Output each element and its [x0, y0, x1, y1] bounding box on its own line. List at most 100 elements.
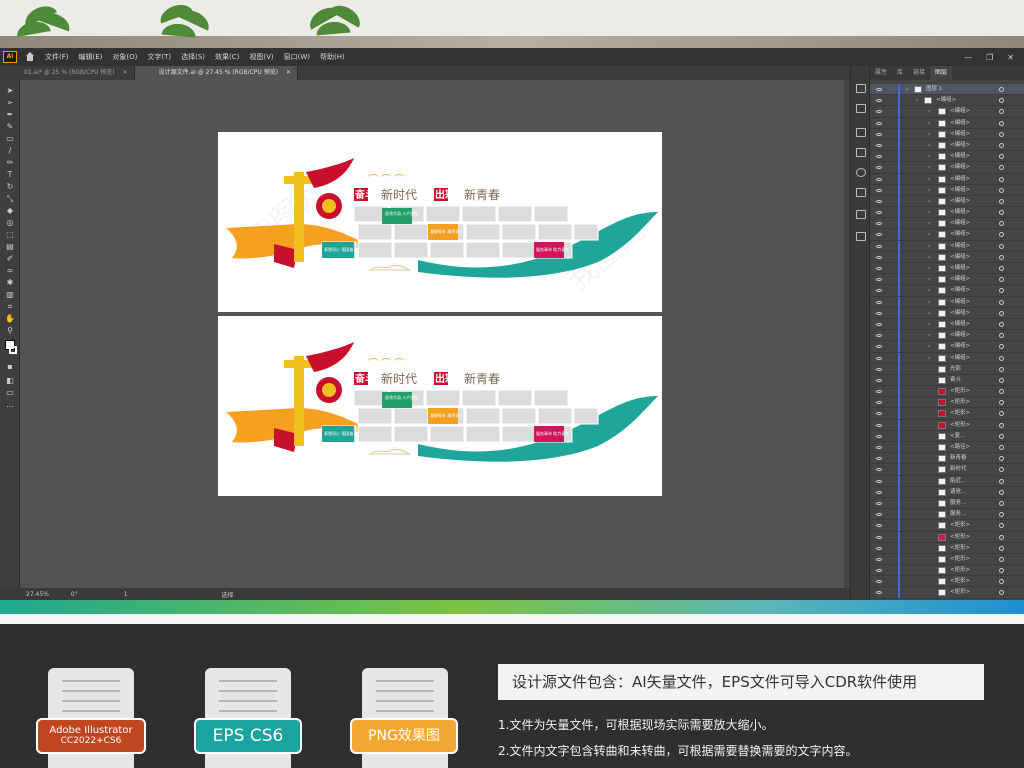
visibility-eye-icon[interactable] — [876, 479, 882, 483]
layer-row[interactable]: 奋斗 — [870, 374, 1024, 387]
tab-libraries[interactable]: 库 — [892, 66, 908, 80]
target-circle-icon[interactable] — [999, 534, 1004, 540]
target-circle-icon[interactable] — [999, 389, 1004, 395]
shape-builder-tool-icon[interactable]: ◎ — [5, 218, 15, 227]
target-circle-icon[interactable] — [999, 87, 1004, 92]
target-circle-icon[interactable] — [999, 165, 1004, 171]
target-circle-icon[interactable] — [999, 411, 1004, 417]
visibility-eye-icon[interactable] — [876, 177, 882, 181]
visibility-eye-icon[interactable] — [876, 569, 882, 573]
layer-row[interactable]: 服务... — [870, 497, 1024, 510]
visibility-eye-icon[interactable] — [876, 524, 882, 528]
layer-row[interactable]: › <编组> — [870, 341, 1024, 353]
expand-chevron-icon[interactable]: › — [928, 118, 930, 129]
layer-row[interactable]: 新时代 — [870, 464, 1024, 476]
layer-row[interactable]: <矩形> — [870, 576, 1024, 588]
layer-row[interactable]: › <编组> — [870, 240, 1024, 252]
visibility-eye-icon[interactable] — [876, 300, 882, 304]
eyedropper-tool-icon[interactable]: ✐ — [5, 254, 15, 263]
layer-row[interactable]: › 图层 1 — [870, 84, 1024, 96]
expand-chevron-icon[interactable]: › — [928, 151, 930, 162]
target-circle-icon[interactable] — [999, 187, 1004, 193]
menu-file[interactable]: 文件(F) — [45, 52, 69, 62]
menu-object[interactable]: 对象(O) — [112, 52, 137, 62]
column-graph-tool-icon[interactable]: ▥ — [5, 290, 15, 299]
menu-effect[interactable]: 效果(C) — [215, 52, 239, 62]
layer-row[interactable]: › <编组> — [870, 151, 1024, 163]
expand-chevron-icon[interactable]: › — [928, 330, 930, 341]
zoom-level[interactable]: 27.45% — [26, 591, 49, 598]
layer-row[interactable]: <路径> — [870, 442, 1024, 454]
expand-chevron-icon[interactable]: › — [916, 95, 918, 106]
target-circle-icon[interactable] — [999, 243, 1004, 249]
visibility-eye-icon[interactable] — [876, 378, 882, 382]
target-circle-icon[interactable] — [999, 366, 1004, 372]
screen-mode-icon[interactable]: ▭ — [5, 388, 15, 397]
target-circle-icon[interactable] — [999, 377, 1004, 383]
tab-links[interactable]: 链接 — [908, 66, 930, 80]
layer-row[interactable]: <矩形> — [870, 397, 1024, 409]
expand-chevron-icon[interactable]: › — [928, 341, 930, 352]
color-mode-icon[interactable]: ▪ — [5, 362, 15, 371]
visibility-eye-icon[interactable] — [876, 367, 882, 371]
visibility-eye-icon[interactable] — [876, 143, 882, 147]
target-circle-icon[interactable] — [999, 456, 1004, 462]
target-circle-icon[interactable] — [999, 321, 1004, 327]
layer-row[interactable]: <矩形> — [870, 542, 1024, 554]
menu-type[interactable]: 文字(T) — [147, 52, 171, 62]
visibility-eye-icon[interactable] — [876, 423, 882, 427]
target-circle-icon[interactable] — [999, 422, 1004, 428]
visibility-eye-icon[interactable] — [876, 591, 882, 595]
color-icon[interactable] — [856, 148, 866, 157]
visibility-eye-icon[interactable] — [876, 557, 882, 561]
appearance-icon[interactable] — [856, 168, 866, 177]
target-circle-icon[interactable] — [999, 489, 1004, 495]
visibility-eye-icon[interactable] — [876, 244, 882, 248]
layer-row[interactable]: <矩形> — [870, 408, 1024, 420]
expand-chevron-icon[interactable]: › — [928, 196, 930, 207]
visibility-eye-icon[interactable] — [876, 121, 882, 125]
layer-row[interactable]: › <编组> — [870, 274, 1024, 286]
type-tool-icon[interactable]: T — [5, 170, 15, 179]
layer-row[interactable]: <矩形> — [870, 520, 1024, 532]
target-circle-icon[interactable] — [999, 556, 1004, 562]
layer-row[interactable]: › <编组> — [870, 330, 1024, 342]
layer-row[interactable]: › <编组> — [870, 307, 1024, 319]
free-transform-tool-icon[interactable]: ⬚ — [5, 230, 15, 239]
target-circle-icon[interactable] — [999, 120, 1004, 126]
layer-row[interactable]: <矩形> — [870, 565, 1024, 577]
gradient-tool-icon[interactable]: ▤ — [5, 242, 15, 251]
expand-chevron-icon[interactable]: › — [928, 297, 930, 308]
visibility-eye-icon[interactable] — [876, 289, 882, 293]
visibility-eye-icon[interactable] — [876, 222, 882, 226]
visibility-eye-icon[interactable] — [876, 322, 882, 326]
puppet-icon[interactable] — [856, 210, 866, 219]
align-icon[interactable] — [856, 128, 866, 137]
target-circle-icon[interactable] — [999, 254, 1004, 260]
tab-layers[interactable]: 图层 — [930, 66, 953, 80]
layer-row[interactable]: <矩形> — [870, 419, 1024, 431]
target-circle-icon[interactable] — [999, 98, 1004, 104]
visibility-eye-icon[interactable] — [876, 99, 882, 103]
layer-row[interactable]: › <编组> — [870, 318, 1024, 331]
visibility-eye-icon[interactable] — [876, 412, 882, 416]
layer-row[interactable]: 贴近... — [870, 475, 1024, 487]
selection-tool-icon[interactable]: ➤ — [5, 86, 15, 95]
visibility-eye-icon[interactable] — [876, 88, 882, 91]
visibility-eye-icon[interactable] — [876, 468, 882, 472]
tab-close-icon[interactable]: ✕ — [123, 69, 128, 76]
layer-row[interactable]: › <编组> — [870, 296, 1024, 308]
visibility-eye-icon[interactable] — [876, 334, 882, 338]
layer-row[interactable]: <矩形> — [870, 386, 1024, 398]
pencil-tool-icon[interactable]: ✏ — [5, 158, 15, 167]
visibility-eye-icon[interactable] — [876, 233, 882, 237]
expand-chevron-icon[interactable]: › — [928, 353, 930, 364]
target-circle-icon[interactable] — [999, 288, 1004, 294]
tab-properties[interactable]: 属性 — [870, 66, 892, 80]
expand-chevron-icon[interactable]: › — [928, 285, 930, 296]
target-circle-icon[interactable] — [999, 523, 1004, 529]
target-circle-icon[interactable] — [999, 590, 1004, 596]
layer-row[interactable]: › <编组> — [870, 173, 1024, 185]
document-tab[interactable]: 01.ai* @ 25 % (RGB/CPU 预览) ✕ — [0, 66, 135, 80]
restore-button[interactable]: ❐ — [986, 53, 993, 62]
